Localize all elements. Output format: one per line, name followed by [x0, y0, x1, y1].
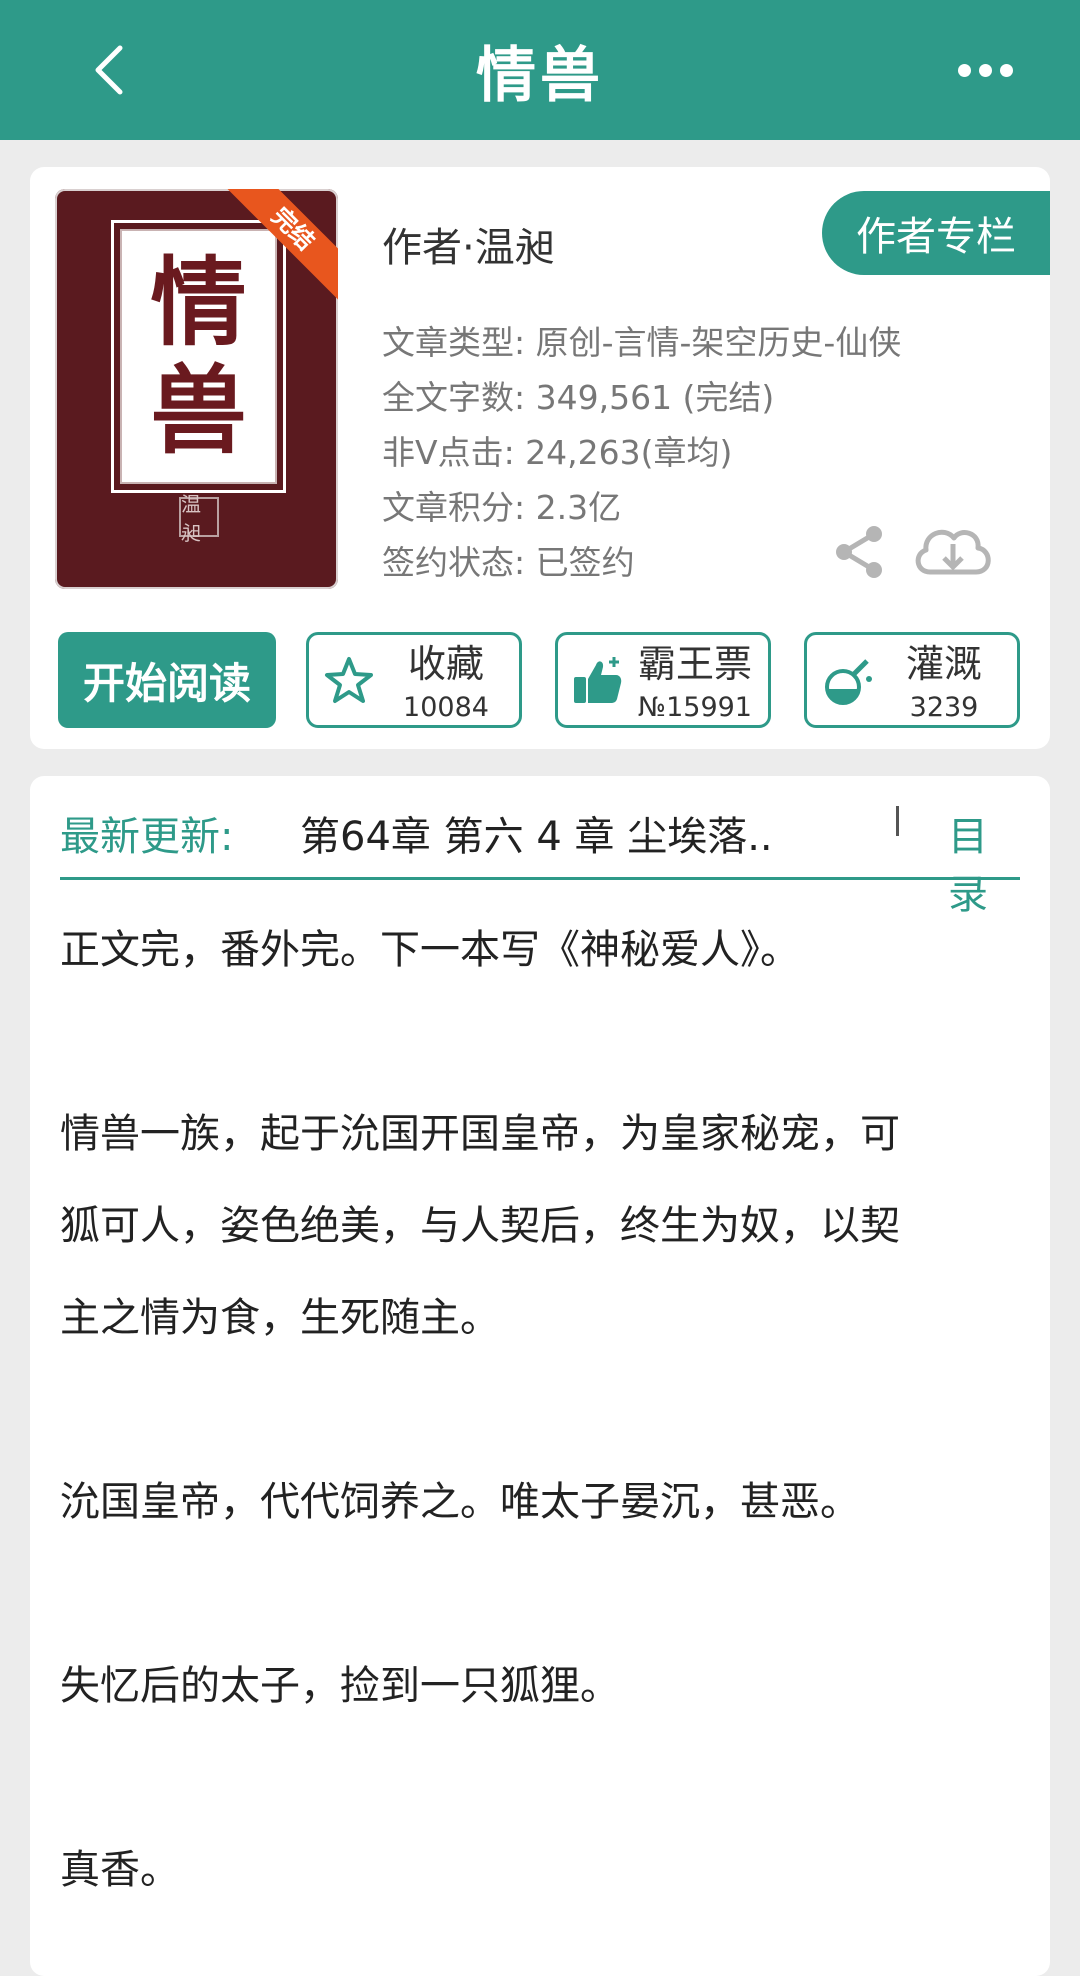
- cover-title-char: 兽: [150, 353, 247, 467]
- meta-score: 文章积分: 2.3亿: [382, 488, 622, 527]
- nutrient-count: 3239: [909, 692, 979, 723]
- divider: [896, 806, 899, 836]
- meta-clicks: 非V点击: 24,263(章均): [382, 433, 733, 472]
- book-cover[interactable]: 情 兽 温昶 完结: [55, 189, 338, 589]
- description-line: 主之情为食，生死随主。: [60, 1295, 500, 1341]
- cover-frame: 情 兽: [111, 220, 286, 493]
- vote-count: №15991: [638, 692, 752, 723]
- book-meta: 文章类型: 原创-言情-架空历史-仙侠 全文字数: 349,561 (完结) 非…: [382, 315, 901, 590]
- nutrient-label: 灌溉: [905, 642, 982, 686]
- start-reading-button[interactable]: 开始阅读: [58, 632, 276, 728]
- description-card: 最新更新: 第64章 第六 4 章 尘埃落.. 目录 正文完，番外完。下一本写《…: [30, 776, 1050, 1976]
- toc-button[interactable]: 目录: [948, 804, 1020, 920]
- favorite-button[interactable]: 收藏 10084: [306, 632, 522, 728]
- latest-update-bar: 最新更新: 第64章 第六 4 章 尘埃落.. 目录: [60, 776, 1020, 918]
- star-icon: [325, 657, 373, 703]
- vote-label: 霸王票: [637, 642, 752, 686]
- description-line: 真香。: [60, 1847, 180, 1893]
- meta-word-count: 全文字数: 349,561 (完结): [382, 378, 775, 417]
- latest-chapter-link[interactable]: 第64章 第六 4 章 尘埃落..: [300, 804, 773, 862]
- author-name[interactable]: 作者·温昶: [382, 215, 555, 273]
- latest-update-label: 最新更新:: [60, 814, 234, 860]
- meta-contract: 签约状态: 已签约: [382, 543, 635, 582]
- download-icon[interactable]: [910, 520, 996, 582]
- action-bar: 开始阅读 收藏 10084 霸王票 №15991 灌溉 3239: [58, 632, 1024, 728]
- more-icon: [957, 63, 971, 77]
- description-line: 情兽一族，起于沇国开国皇帝，为皇家秘宠，可: [60, 1111, 900, 1157]
- share-icon[interactable]: [830, 522, 890, 582]
- cover-title-char: 情: [150, 245, 247, 359]
- back-icon: [95, 45, 123, 95]
- nutrient-button[interactable]: 灌溉 3239: [804, 632, 1020, 728]
- top-bar: 情兽: [0, 0, 1080, 140]
- more-button[interactable]: [940, 40, 1030, 100]
- thumb-up-icon: [574, 657, 622, 703]
- back-button[interactable]: [70, 30, 150, 110]
- description-line: 狐可人，姿色绝美，与人契后，终生为奴，以契: [60, 1203, 900, 1249]
- book-info-card: 情 兽 温昶 完结 作者·温昶 作者专栏 文章类型: 原创-言情-架空历史-仙侠…: [30, 167, 1050, 749]
- favorite-label: 收藏: [407, 642, 484, 686]
- favorite-count: 10084: [403, 692, 489, 723]
- description-line: 正文完，番外完。下一本写《神秘爱人》。: [60, 927, 800, 973]
- flask-icon: [825, 659, 872, 705]
- meta-genre: 文章类型: 原创-言情-架空历史-仙侠: [382, 323, 902, 362]
- cover-seal: 温昶: [179, 492, 219, 545]
- page-title: 情兽: [476, 40, 604, 111]
- author-column-button[interactable]: 作者专栏: [822, 191, 1050, 275]
- description-line: 失忆后的太子，捡到一只狐狸。: [60, 1663, 620, 1709]
- book-description: 正文完，番外完。下一本写《神秘爱人》。 情兽一族，起于沇国开国皇帝，为皇家秘宠，…: [60, 904, 1030, 1916]
- description-line: 沇国皇帝，代代饲养之。唯太子晏沉，甚恶。: [60, 1479, 860, 1525]
- vote-button[interactable]: 霸王票 №15991: [555, 632, 771, 728]
